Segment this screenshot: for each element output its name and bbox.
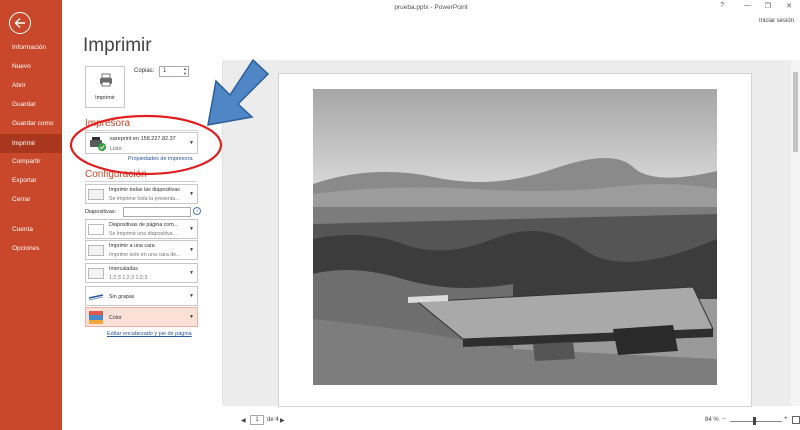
backstage-nav: Información Nuevo Abrir Guardar Guardar …: [0, 0, 62, 430]
nav-item-opciones[interactable]: Opciones: [0, 239, 62, 258]
nav-item-cuenta[interactable]: Cuenta: [0, 220, 62, 239]
page-title: Imprimir: [83, 35, 152, 56]
chevron-down-icon: ▼: [189, 140, 194, 146]
printer-dropdown[interactable]: sareprint en 158.227.82.37 Listo ▼: [85, 132, 198, 154]
nav-item-compartir[interactable]: Compartir: [0, 152, 62, 171]
printer-name: sareprint en 158.227.82.37: [110, 136, 176, 142]
chevron-down-icon: ▼: [189, 191, 194, 197]
zoom-out-button[interactable]: −: [722, 416, 726, 422]
minimize-button[interactable]: —: [744, 2, 751, 9]
print-range-desc: Se imprime toda la presenta...: [109, 196, 180, 202]
printer-icon: [100, 73, 112, 87]
zoom-slider[interactable]: [730, 421, 782, 422]
slides-range-icon: [88, 189, 104, 200]
print-button-label: Imprimir: [95, 95, 115, 101]
slide-photo: [313, 89, 717, 385]
help-button[interactable]: ?: [720, 2, 724, 9]
slides-label: Diapositivas:: [85, 209, 117, 215]
printer-section-title: Impresora: [85, 118, 131, 129]
print-range-title: Imprimir todas las diapositivas: [109, 187, 180, 193]
color-palette-icon: [89, 311, 103, 324]
chevron-down-icon: ▼: [189, 247, 194, 253]
collate-title: Intercaladas: [109, 266, 138, 272]
restore-button[interactable]: ❐: [765, 2, 771, 10]
nav-item-guardar-como[interactable]: Guardar como: [0, 114, 62, 133]
info-icon[interactable]: i: [193, 207, 201, 215]
nav-item-imprimir[interactable]: Imprimir: [0, 134, 62, 153]
chevron-down-icon: ▼: [189, 293, 194, 299]
sides-desc: Imprime solo en una cara de...: [109, 252, 181, 258]
chevron-down-icon: ▼: [189, 314, 194, 320]
nav-item-guardar[interactable]: Guardar: [0, 95, 62, 114]
staple-title: Sin grapas: [109, 294, 135, 300]
printer-ready-icon: [90, 137, 106, 151]
page-count: de 4: [267, 417, 279, 423]
nav-item-abrir[interactable]: Abrir: [0, 76, 62, 95]
sides-title: Imprimir a una cara: [109, 243, 155, 249]
sign-in-link[interactable]: Iniciar sesión: [759, 18, 794, 24]
nav-item-informacion[interactable]: Información: [0, 38, 62, 57]
color-title: Color: [109, 315, 122, 321]
settings-section-divider: [85, 181, 197, 182]
nav-item-exportar[interactable]: Exportar: [0, 171, 62, 190]
copies-label: Copias:: [134, 68, 155, 74]
color-dropdown[interactable]: Color ▼: [85, 307, 198, 327]
zoom-in-button[interactable]: +: [784, 416, 788, 422]
full-page-slide-icon: [88, 224, 104, 235]
print-range-dropdown[interactable]: Imprimir todas las diapositivas Se impri…: [85, 184, 198, 204]
edit-header-footer-link[interactable]: Editar encabezado y pie de página: [107, 331, 192, 337]
printer-status: Listo: [110, 146, 122, 152]
copies-value: 1: [163, 68, 167, 74]
sides-dropdown[interactable]: Imprimir a una cara Imprime solo en una …: [85, 240, 198, 260]
copies-spinner[interactable]: ▲ ▼: [183, 66, 187, 76]
preview-scrollbar[interactable]: [791, 60, 800, 406]
staple-dropdown[interactable]: Sin grapas ▼: [85, 286, 198, 306]
collate-dropdown[interactable]: Intercaladas 1;2;3 1;2;3 1;2;3 ▼: [85, 263, 198, 283]
settings-section-title: Configuración: [85, 169, 147, 180]
printer-properties-link[interactable]: Propiedades de impresora: [128, 156, 193, 162]
previous-page-icon[interactable]: ◀: [241, 417, 246, 424]
layout-desc: Se imprime una diapositiva...: [109, 231, 178, 237]
collated-icon: [88, 268, 104, 279]
one-sided-icon: [88, 245, 104, 256]
collate-desc: 1;2;3 1;2;3 1;2;3: [109, 275, 148, 281]
title-bar: prueba.pptx - PowerPoint ? — ❐ ✕ Iniciar…: [62, 0, 800, 24]
back-button[interactable]: [9, 12, 31, 34]
next-page-icon[interactable]: ▶: [280, 417, 285, 424]
print-button[interactable]: Imprimir: [85, 66, 125, 108]
page-number-input[interactable]: 1: [250, 415, 264, 425]
left-arrow-icon: [14, 18, 25, 28]
layout-title: Diapositivas de página com...: [109, 222, 179, 228]
printer-section-divider: [85, 130, 197, 131]
layout-dropdown[interactable]: Diapositivas de página com... Se imprime…: [85, 219, 198, 239]
zoom-slider-handle[interactable]: [753, 417, 756, 425]
staple-icon: [88, 294, 104, 301]
landscape-photo-image: [313, 89, 717, 385]
slides-input[interactable]: [123, 207, 191, 217]
chevron-down-icon: ▼: [189, 226, 194, 232]
copies-input[interactable]: 1 ▲ ▼: [159, 66, 189, 77]
zoom-level: 84 %: [705, 417, 719, 423]
nav-item-cerrar[interactable]: Cerrar: [0, 190, 62, 209]
fit-to-window-icon[interactable]: [792, 416, 800, 424]
preview-status-bar: ◀ 1 de 4 ▶ 84 % − +: [223, 415, 800, 430]
close-button[interactable]: ✕: [786, 2, 792, 10]
scrollbar-thumb[interactable]: [793, 72, 798, 152]
chevron-down-icon: ▼: [189, 270, 194, 276]
window-title: prueba.pptx - PowerPoint: [394, 4, 468, 11]
nav-item-nuevo[interactable]: Nuevo: [0, 57, 62, 76]
